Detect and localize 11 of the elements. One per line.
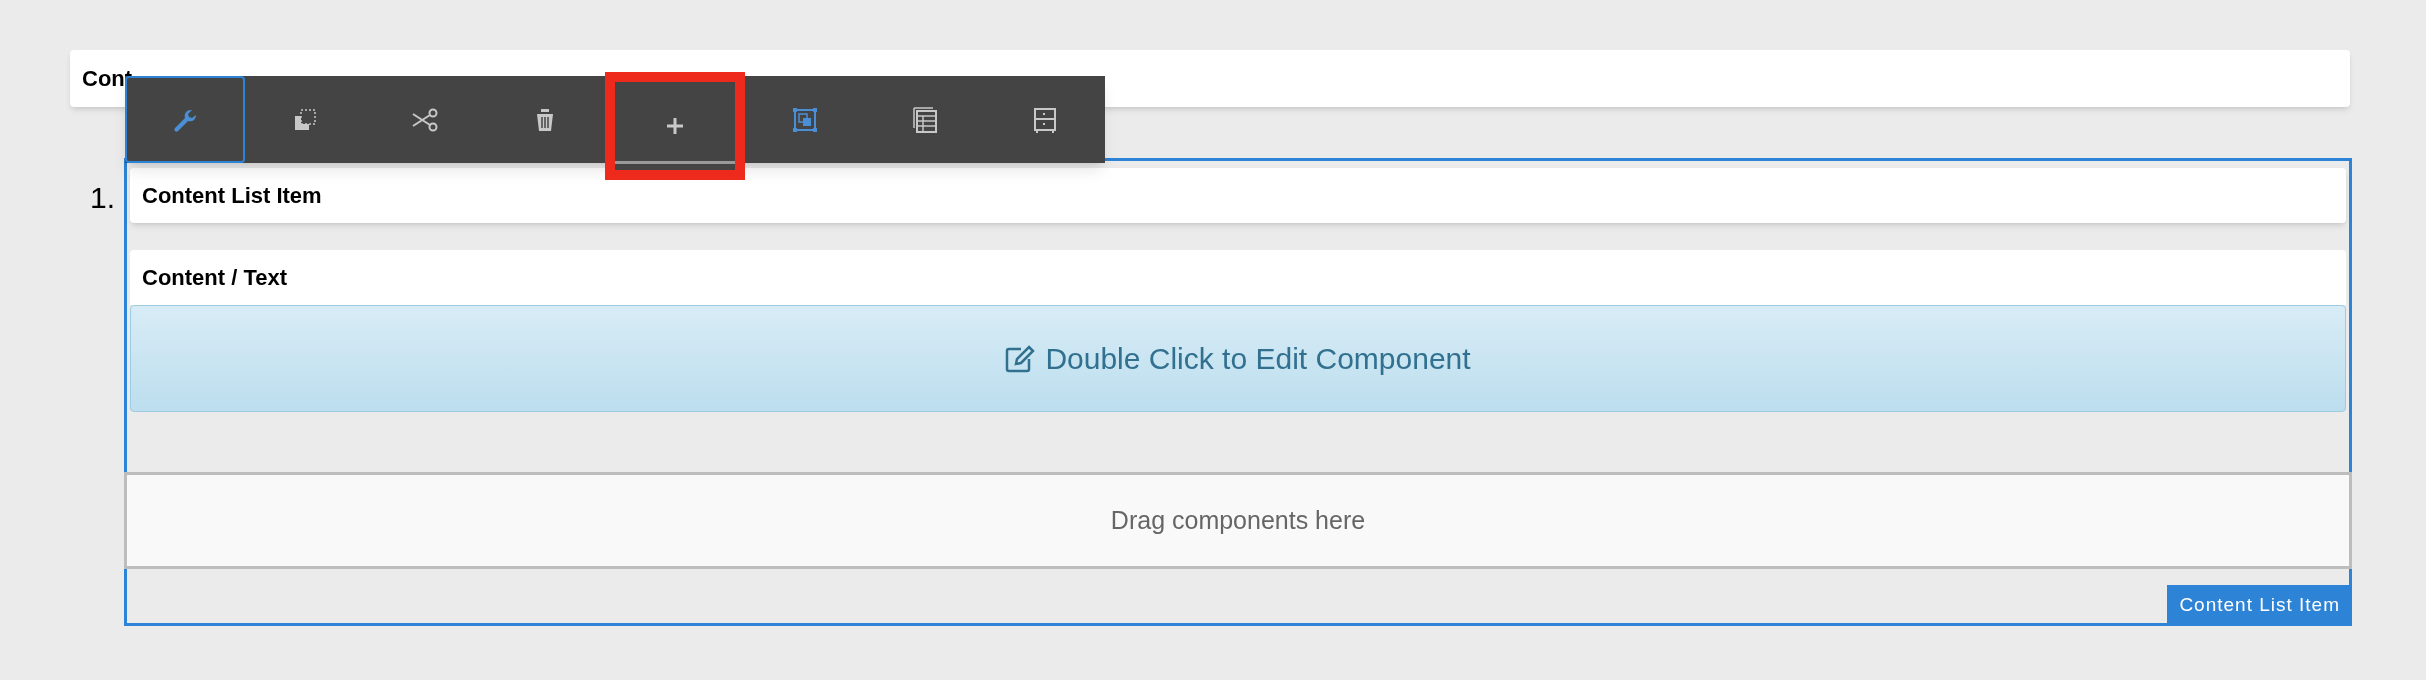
edit-placeholder[interactable]: Double Click to Edit Component <box>130 305 2346 412</box>
bar-title: Content List Item <box>142 182 322 210</box>
group-icon <box>791 105 819 134</box>
bar-title: Content / Text <box>142 264 288 292</box>
component-tag: Content List Item <box>2167 585 2352 626</box>
list-marker: 1. <box>90 180 116 216</box>
cabinet-icon <box>1031 105 1059 134</box>
drop-zone-label: Drag components here <box>1110 504 1366 536</box>
toolbar-button[interactable] <box>605 72 745 180</box>
table-icon <box>911 105 939 134</box>
edit-icon <box>1005 344 1036 373</box>
